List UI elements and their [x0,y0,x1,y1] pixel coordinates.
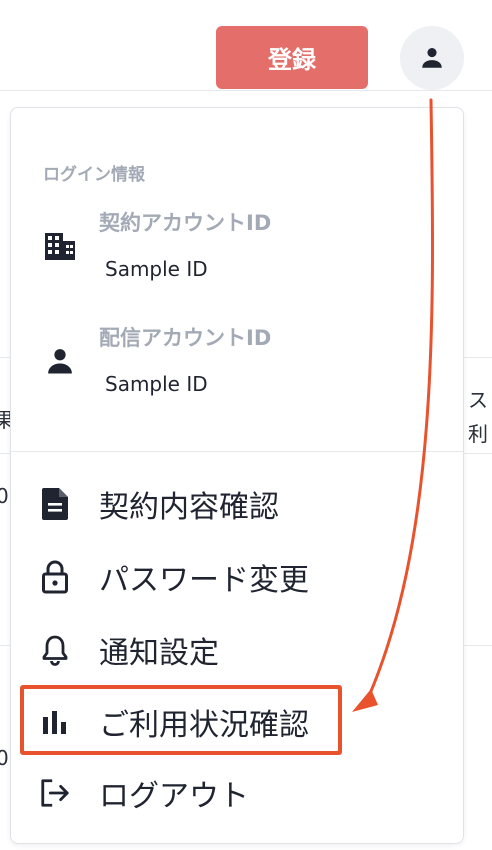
annotation-arrow [352,98,435,712]
